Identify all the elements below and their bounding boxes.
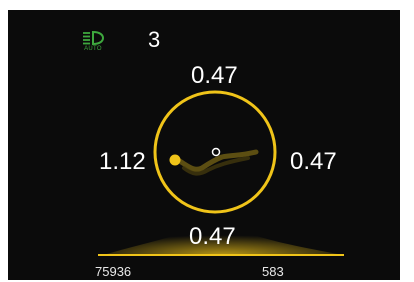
gauge-bottom-value: 0.47 [189, 223, 236, 250]
odometer: 75936 [95, 264, 131, 279]
gauge-left-value: 1.12 [99, 148, 146, 175]
odometer-value: 75936 [95, 264, 132, 279]
gauge-top-value: 0.47 [191, 62, 238, 89]
dashboard-screen: AUTO 3 0.47 1.12 0.47 0.47 75936 583 [8, 10, 400, 280]
trip-value: 583 [262, 264, 284, 279]
trip-meter: 583 [262, 264, 284, 279]
gauge-right-value: 0.47 [290, 148, 337, 175]
g-force-center [211, 147, 221, 157]
g-force-dot [169, 154, 181, 166]
